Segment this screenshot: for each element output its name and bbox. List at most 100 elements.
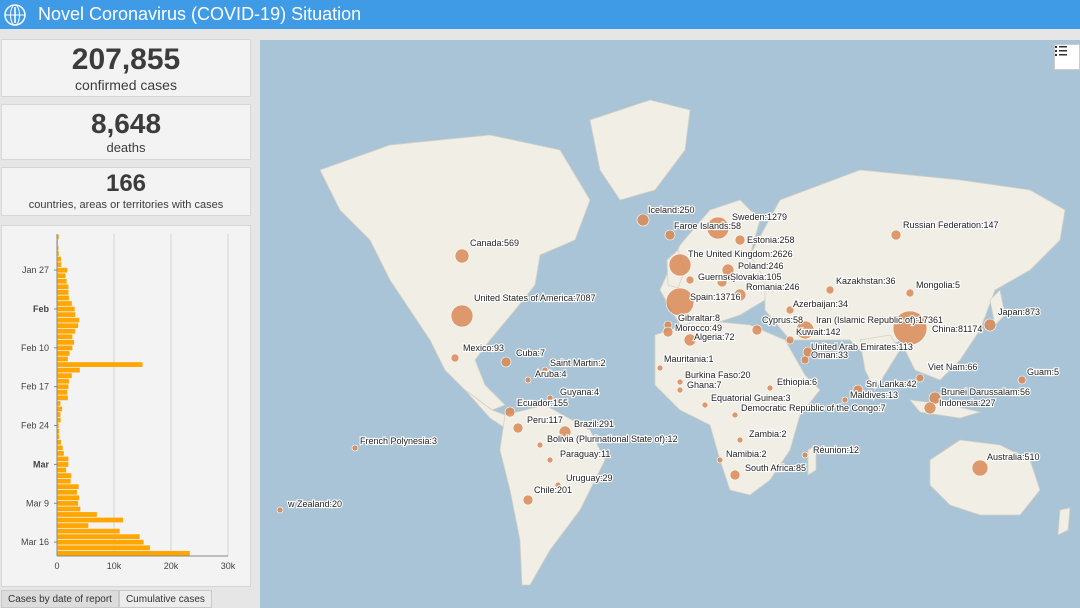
case-bubble[interactable] bbox=[701, 401, 709, 409]
bar[interactable] bbox=[57, 451, 64, 456]
case-bubble[interactable] bbox=[676, 378, 684, 386]
case-bubble[interactable] bbox=[751, 324, 763, 336]
bar[interactable] bbox=[57, 462, 69, 467]
bar[interactable] bbox=[57, 439, 61, 445]
bar[interactable] bbox=[57, 528, 120, 534]
tab-cases-by-date[interactable]: Cases by date of report bbox=[1, 590, 119, 608]
case-bubble[interactable] bbox=[454, 248, 470, 264]
case-bubble[interactable] bbox=[716, 456, 724, 464]
bar[interactable] bbox=[57, 273, 66, 279]
case-bubble[interactable] bbox=[676, 386, 684, 394]
bar[interactable] bbox=[57, 373, 72, 379]
bar[interactable] bbox=[57, 445, 63, 451]
case-bubble[interactable] bbox=[923, 401, 937, 415]
case-bubble[interactable] bbox=[524, 376, 532, 384]
bar[interactable] bbox=[57, 401, 61, 406]
bar[interactable] bbox=[57, 339, 75, 345]
bar[interactable] bbox=[57, 534, 140, 540]
bar[interactable] bbox=[57, 523, 89, 528]
bar[interactable] bbox=[57, 467, 67, 473]
country-label: Gibraltar:8 bbox=[678, 313, 720, 323]
bar[interactable] bbox=[57, 323, 79, 329]
bar[interactable] bbox=[57, 395, 68, 401]
case-bubble[interactable] bbox=[536, 441, 544, 449]
tab-cumulative-cases[interactable]: Cumulative cases bbox=[118, 590, 212, 608]
case-bubble[interactable] bbox=[731, 411, 739, 419]
bar[interactable] bbox=[57, 256, 61, 262]
case-bubble[interactable] bbox=[664, 229, 676, 241]
bar[interactable] bbox=[57, 406, 63, 412]
case-bubble[interactable] bbox=[736, 436, 744, 444]
bar[interactable] bbox=[57, 262, 62, 268]
case-bubble[interactable] bbox=[662, 326, 674, 338]
case-bubble[interactable] bbox=[276, 506, 284, 514]
case-bubble[interactable] bbox=[905, 288, 915, 298]
bar[interactable] bbox=[57, 473, 72, 478]
case-bubble[interactable] bbox=[500, 356, 512, 368]
bar[interactable] bbox=[57, 456, 69, 462]
bar[interactable] bbox=[57, 317, 80, 323]
bar[interactable] bbox=[57, 290, 69, 295]
countries-label: countries, areas or territories with cas… bbox=[28, 199, 224, 211]
case-bubble[interactable] bbox=[890, 229, 902, 241]
country-label: Maldives:13 bbox=[850, 390, 898, 400]
bar[interactable] bbox=[57, 517, 124, 523]
bar[interactable] bbox=[57, 417, 61, 423]
bar[interactable] bbox=[57, 278, 67, 284]
bar[interactable] bbox=[57, 295, 69, 301]
country-label: Guam:5 bbox=[1027, 367, 1059, 377]
country-label: Oman:33 bbox=[811, 350, 848, 360]
bar[interactable] bbox=[57, 306, 75, 312]
bar[interactable] bbox=[57, 334, 73, 340]
case-bubble[interactable] bbox=[656, 364, 664, 372]
bar[interactable] bbox=[57, 545, 150, 551]
bar[interactable] bbox=[57, 356, 68, 362]
bar[interactable] bbox=[57, 489, 77, 495]
case-bubble[interactable] bbox=[785, 335, 795, 345]
case-bubble[interactable] bbox=[504, 406, 516, 418]
bar[interactable] bbox=[57, 412, 61, 417]
bar[interactable] bbox=[57, 312, 76, 317]
bar[interactable] bbox=[57, 384, 69, 390]
case-bubble[interactable] bbox=[450, 304, 474, 328]
bar[interactable] bbox=[57, 284, 69, 290]
case-bubble[interactable] bbox=[450, 353, 460, 363]
case-bubble[interactable] bbox=[512, 422, 524, 434]
case-bubble[interactable] bbox=[1017, 375, 1027, 385]
case-bubble[interactable] bbox=[800, 355, 810, 365]
bar[interactable] bbox=[57, 367, 80, 373]
bar[interactable] bbox=[57, 550, 190, 556]
bar[interactable] bbox=[57, 389, 68, 395]
case-bubble[interactable] bbox=[766, 384, 774, 392]
bar[interactable] bbox=[57, 267, 68, 273]
case-bubble[interactable] bbox=[546, 456, 554, 464]
bar[interactable] bbox=[57, 495, 80, 501]
case-bubble[interactable] bbox=[983, 318, 997, 332]
bar[interactable] bbox=[57, 484, 79, 490]
bar[interactable] bbox=[57, 301, 72, 306]
bar[interactable] bbox=[57, 351, 70, 356]
bar[interactable] bbox=[57, 478, 71, 484]
country-label: Mauritania:1 bbox=[664, 354, 714, 364]
case-bubble[interactable] bbox=[351, 444, 359, 452]
legend-button[interactable] bbox=[1054, 44, 1080, 70]
case-bubble[interactable] bbox=[685, 275, 695, 285]
case-bubble[interactable] bbox=[915, 373, 925, 383]
bar[interactable] bbox=[57, 506, 81, 512]
case-bubble[interactable] bbox=[734, 234, 746, 246]
case-bubble[interactable] bbox=[636, 213, 650, 227]
bar[interactable] bbox=[57, 378, 69, 384]
bar[interactable] bbox=[57, 345, 73, 351]
case-bubble[interactable] bbox=[522, 494, 534, 506]
world-map[interactable]: Iceland:250 Sweden:1279 Faroe Islands:58 Ru… bbox=[260, 40, 1080, 608]
bar[interactable] bbox=[57, 500, 79, 506]
case-bubble[interactable] bbox=[825, 285, 835, 295]
bar[interactable] bbox=[57, 328, 76, 334]
country-label: United States of America:7087 bbox=[474, 293, 596, 303]
case-bubble[interactable] bbox=[801, 451, 809, 459]
bar[interactable] bbox=[57, 512, 97, 517]
bar[interactable] bbox=[57, 362, 143, 367]
case-bubble[interactable] bbox=[971, 459, 989, 477]
bar[interactable] bbox=[57, 539, 144, 545]
case-bubble[interactable] bbox=[729, 469, 741, 481]
